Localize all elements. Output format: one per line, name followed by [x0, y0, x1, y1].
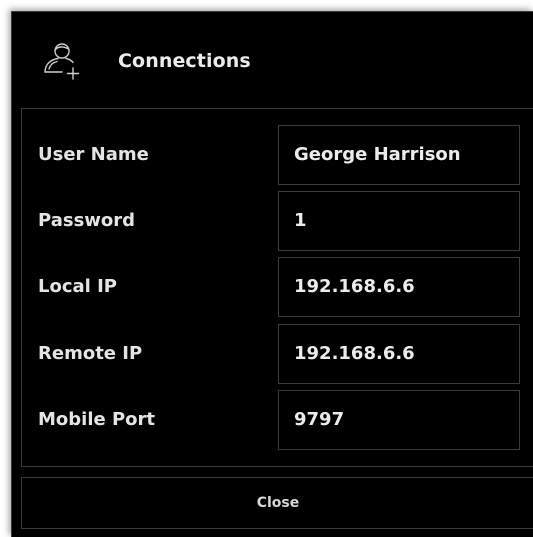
password-label: Password [38, 210, 136, 231]
form-row-local-ip: Local IP 192.168.6.6 [22, 257, 533, 317]
form-row-mobile-port: Mobile Port 9797 [22, 390, 533, 450]
connection-form: User Name George Harrison Password 1 Loc… [21, 108, 533, 467]
local-ip-field[interactable]: 192.168.6.6 [278, 257, 520, 317]
form-row-remote-ip: Remote IP 192.168.6.6 [22, 324, 533, 384]
form-row-password: Password 1 [22, 191, 533, 251]
mobile-port-field[interactable]: 9797 [278, 390, 520, 450]
connections-dialog: Connections User Name George Harrison Pa… [11, 11, 533, 537]
dialog-header: Connections [12, 12, 533, 108]
local-ip-label: Local IP [38, 276, 117, 297]
close-button[interactable]: Close [21, 477, 533, 529]
password-field[interactable]: 1 [278, 191, 520, 251]
remote-ip-label: Remote IP [38, 343, 143, 364]
dialog-title: Connections [118, 50, 251, 72]
mobile-port-label: Mobile Port [38, 409, 156, 430]
user-name-field[interactable]: George Harrison [278, 125, 520, 185]
add-user-icon [40, 40, 82, 80]
user-name-label: User Name [38, 144, 149, 165]
remote-ip-field[interactable]: 192.168.6.6 [278, 324, 520, 384]
form-row-user-name: User Name George Harrison [22, 125, 533, 185]
